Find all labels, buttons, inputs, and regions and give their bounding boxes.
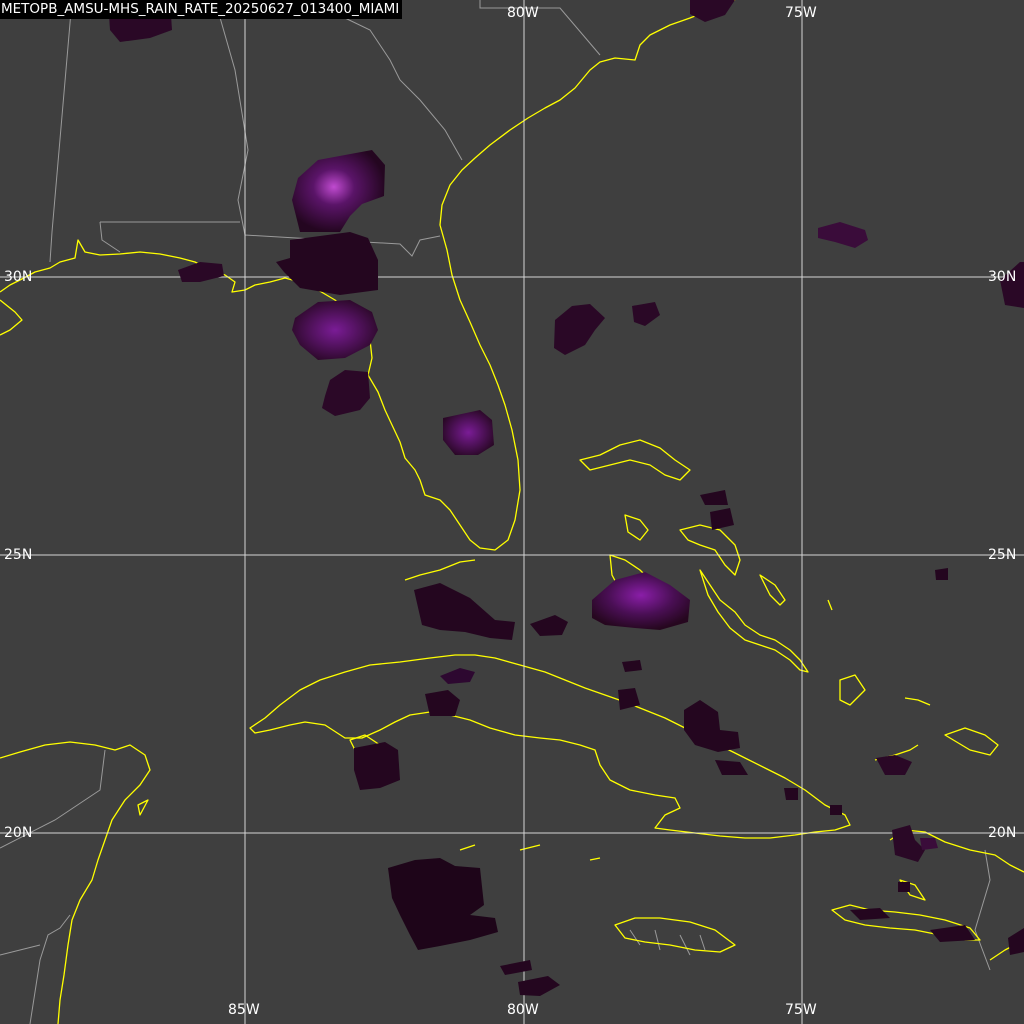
lon-label-bottom-80w: 80W [507,1002,539,1018]
rain-cell [1008,928,1024,955]
rain-cell [276,232,378,295]
lat-label-right-25n: 25N [988,547,1017,563]
rain-cell [622,660,642,672]
lat-label-right-30n: 30N [988,269,1017,285]
rain-cell [690,0,735,22]
rain-cell [322,370,370,416]
rain-cell [425,690,460,716]
rain-cell [292,300,378,360]
lon-label-top-75w: 75W [785,5,817,21]
bahamas-coastline [579,439,691,481]
rain-cell [715,760,748,775]
product-title: METOPB_AMSU-MHS_RAIN_RATE_20250627_01340… [0,0,403,19]
lat-label-left-25n: 25N [4,547,33,563]
rain-cell [710,508,734,530]
lat-label-left-20n: 20N [4,825,33,841]
rain-cell [500,960,532,975]
yucatan-coastline [0,741,151,1024]
cuba-coastline [249,654,851,839]
coastlines [0,0,1024,1024]
graticule [0,0,1024,1024]
rain-cell [632,302,660,326]
rain-cell [554,304,605,355]
rain-cell [818,222,868,248]
rain-cell [388,858,498,950]
rain-cell [876,755,912,775]
rain-cell [443,410,494,455]
rain-cell [784,788,798,800]
rain-cell [892,825,925,862]
political-borders [0,0,991,1024]
florida-keys-coastline [404,559,476,581]
rain-cell [920,838,938,850]
rain-cell [414,583,515,640]
rain-cell [178,262,224,282]
rain-cell [700,490,728,505]
rain-cell [592,572,690,630]
lon-label-top-80w: 80W [507,5,539,21]
lat-label-left-30n: 30N [4,269,33,285]
rain-cell [292,150,385,232]
rain-cell [935,568,948,580]
rain-cell [830,805,842,815]
rain-cell [530,615,568,636]
rain-cell [440,668,475,684]
lon-label-bottom-75w: 75W [785,1002,817,1018]
rain-cell [898,882,910,892]
satellite-map [0,0,1024,1024]
lon-label-bottom-85w: 85W [228,1002,260,1018]
rain-cell [354,742,400,790]
lat-label-right-20n: 20N [988,825,1017,841]
rain-cell [850,908,890,920]
rain-cell [684,700,740,752]
